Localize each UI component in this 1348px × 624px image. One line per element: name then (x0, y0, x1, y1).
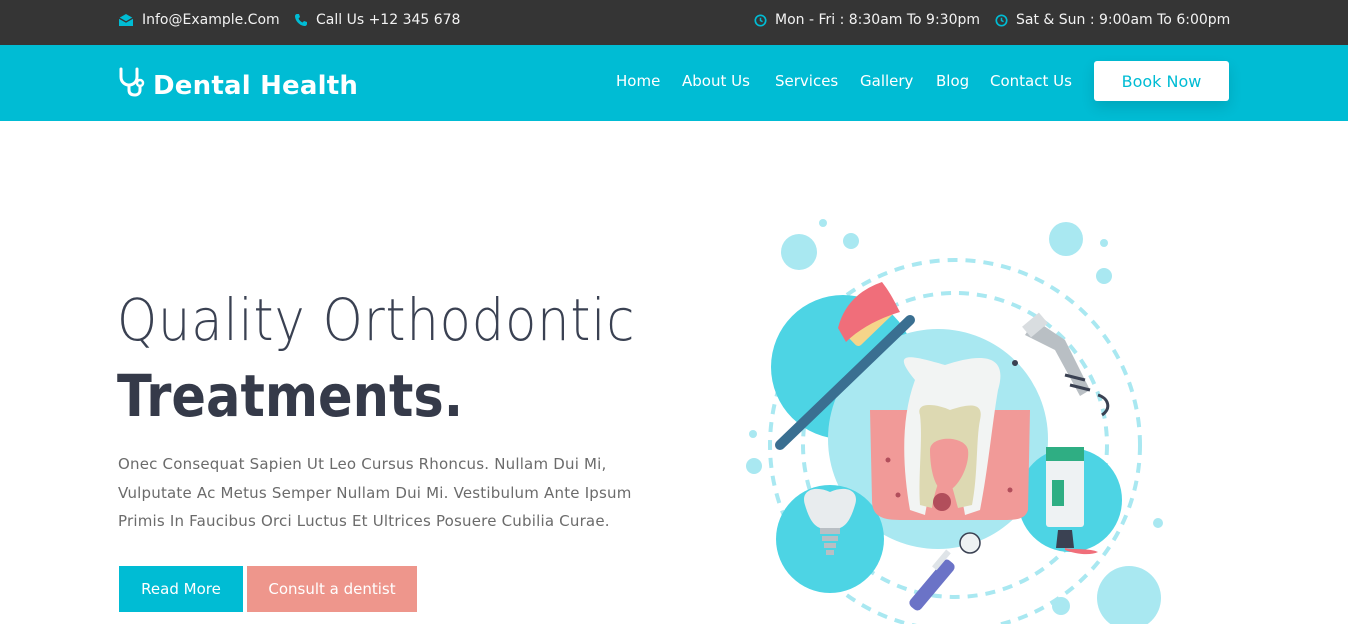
consult-dentist-button[interactable]: Consult a dentist (247, 566, 417, 612)
email-text: Info@Example.Com (142, 12, 280, 28)
clock-icon (995, 13, 1008, 27)
phone-icon (294, 13, 308, 27)
main-navbar: Dental Health Home About Us Services Gal… (0, 45, 1348, 121)
weekday-hours-text: Mon - Fri : 8:30am To 9:30pm (775, 12, 981, 28)
book-now-button[interactable]: Book Now (1094, 61, 1229, 101)
phone-text: Call Us +12 345 678 (316, 12, 461, 28)
contact-phone[interactable]: Call Us +12 345 678 (294, 12, 460, 28)
nav-item-contact[interactable]: Contact Us (990, 72, 1072, 90)
weekend-hours-text: Sat & Sun : 9:00am To 6:00pm (1016, 12, 1231, 28)
clock-icon (754, 13, 767, 27)
top-bar: Info@Example.Com Call Us +12 345 678 Mon… (0, 0, 1348, 45)
hero-title-line2: Treatments. (117, 362, 464, 430)
brand-name: Dental Health (153, 70, 359, 101)
hero-description: Onec Consequat Sapien Ut Leo Cursus Rhon… (118, 455, 632, 530)
nav-item-services[interactable]: Services (775, 72, 838, 90)
hero-title-line1: Quality Orthodontic (117, 286, 636, 354)
dental-illustration (740, 210, 1180, 624)
nav-item-blog[interactable]: Blog (936, 72, 969, 90)
nav-item-gallery[interactable]: Gallery (860, 72, 913, 90)
envelope-icon (118, 13, 134, 27)
contact-email[interactable]: Info@Example.Com (118, 12, 280, 28)
stethoscope-icon (117, 67, 145, 104)
read-more-button[interactable]: Read More (119, 566, 243, 612)
weekend-hours: Sat & Sun : 9:00am To 6:00pm (995, 12, 1230, 28)
weekday-hours: Mon - Fri : 8:30am To 9:30pm (754, 12, 980, 28)
brand-logo[interactable]: Dental Health (117, 67, 358, 104)
nav-item-about[interactable]: About Us (682, 72, 750, 90)
nav-item-home[interactable]: Home (616, 72, 660, 90)
